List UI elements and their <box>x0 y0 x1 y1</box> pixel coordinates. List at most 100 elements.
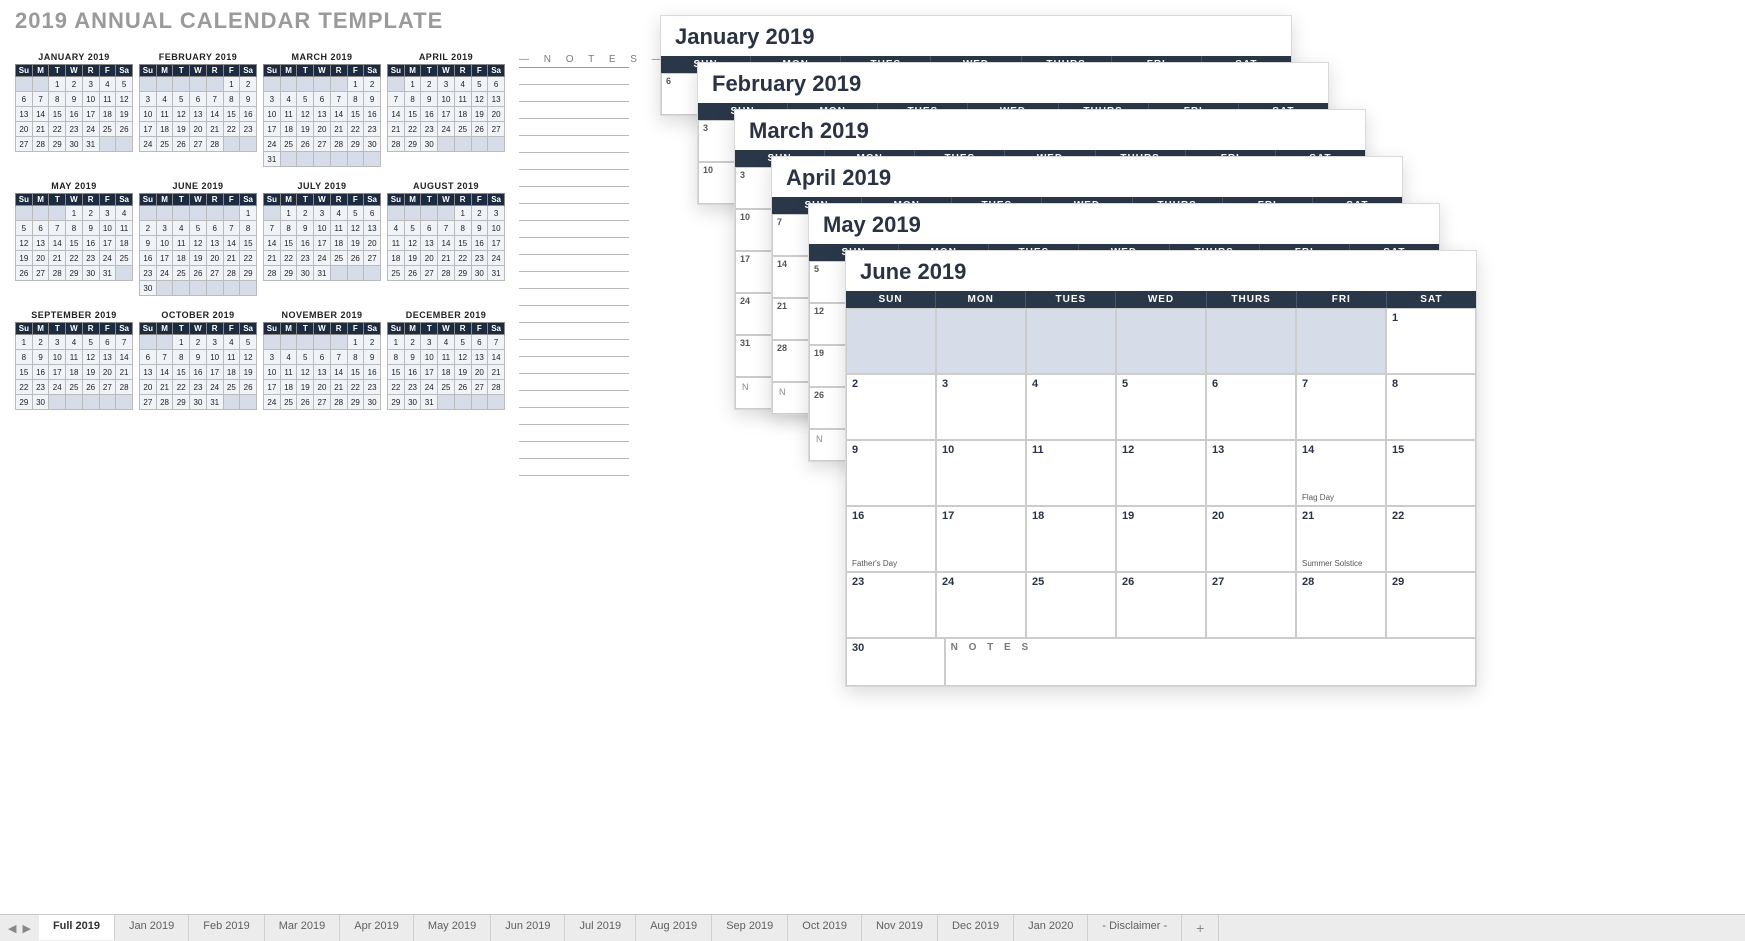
notes-line[interactable] <box>519 119 629 136</box>
sheet-tab[interactable]: Feb 2019 <box>189 915 264 941</box>
calendar-cell[interactable] <box>936 308 1026 374</box>
sheet-tab[interactable]: Apr 2019 <box>340 915 414 941</box>
calendar-cell[interactable]: 9 <box>846 440 936 506</box>
notes-line[interactable] <box>519 306 629 323</box>
add-sheet-tab[interactable]: + <box>1182 915 1219 941</box>
calendar-cell[interactable]: 12 <box>1116 440 1206 506</box>
sheet-tab[interactable]: May 2019 <box>414 915 491 941</box>
calendar-cell[interactable]: 14Flag Day <box>1296 440 1386 506</box>
notes-line[interactable] <box>519 102 629 119</box>
mini-month-title: SEPTEMBER 2019 <box>15 310 133 320</box>
sheet-tab[interactable]: Nov 2019 <box>862 915 938 941</box>
sheet-tab[interactable]: Full 2019 <box>39 914 115 940</box>
card-title: January 2019 <box>661 16 1291 56</box>
mini-month: MAY 2019SuMTWRFSa12345678910111213141516… <box>15 181 133 296</box>
calendar-cell[interactable]: 6 <box>1206 374 1296 440</box>
sheet-tab[interactable]: Dec 2019 <box>938 915 1014 941</box>
calendar-cell[interactable]: 3 <box>936 374 1026 440</box>
calendar-day-number: 30 <box>852 642 939 654</box>
calendar-cell[interactable]: 4 <box>1026 374 1116 440</box>
notes-line[interactable] <box>519 442 629 459</box>
tab-nav-prev-icon[interactable]: ◀ <box>6 922 18 935</box>
dow-cell: SAT <box>1387 291 1476 308</box>
notes-line[interactable] <box>519 136 629 153</box>
calendar-cell[interactable]: 10 <box>936 440 1026 506</box>
calendar-cell[interactable]: 25 <box>1026 572 1116 638</box>
calendar-cell[interactable]: 18 <box>1026 506 1116 572</box>
notes-line[interactable] <box>519 238 629 255</box>
calendar-day-number: 1 <box>1392 312 1470 324</box>
sheet-tab[interactable]: Sep 2019 <box>712 915 788 941</box>
calendar-day-number: 7 <box>1302 378 1380 390</box>
calendar-cell[interactable]: 22 <box>1386 506 1476 572</box>
calendar-cell[interactable]: 23 <box>846 572 936 638</box>
calendar-cell[interactable] <box>1206 308 1296 374</box>
calendar-cell[interactable] <box>1116 308 1206 374</box>
calendar-cell[interactable]: 8 <box>1386 374 1476 440</box>
calendar-cell[interactable]: 19 <box>1116 506 1206 572</box>
calendar-cell[interactable]: 26 <box>1116 572 1206 638</box>
calendar-day-number: 28 <box>1302 576 1380 588</box>
calendar-cell[interactable]: 20 <box>1206 506 1296 572</box>
notes-line[interactable] <box>519 204 629 221</box>
notes-line[interactable] <box>519 374 629 391</box>
calendar-cell[interactable]: 30 <box>846 638 945 686</box>
calendar-cell[interactable]: 1 <box>1386 308 1476 374</box>
notes-line[interactable] <box>519 68 629 85</box>
calendar-cell[interactable] <box>846 308 936 374</box>
notes-line[interactable] <box>519 340 629 357</box>
mini-month: DECEMBER 2019SuMTWRFSa123456789101112131… <box>387 310 505 410</box>
dow-cell: THURS <box>1207 291 1297 308</box>
dow-cell: WED <box>1116 291 1206 308</box>
calendar-cell[interactable]: 13 <box>1206 440 1296 506</box>
calendar-cell[interactable] <box>1026 308 1116 374</box>
calendar-day-number: 12 <box>1122 444 1200 456</box>
notes-line[interactable] <box>519 323 629 340</box>
notes-line[interactable] <box>519 357 629 374</box>
sheet-tab[interactable]: Oct 2019 <box>788 915 862 941</box>
calendar-day-number: 9 <box>852 444 930 456</box>
sheet-tab[interactable]: Mar 2019 <box>265 915 340 941</box>
sheet-tab[interactable]: Jan 2020 <box>1014 915 1088 941</box>
notes-line[interactable] <box>519 272 629 289</box>
calendar-cell[interactable]: 27 <box>1206 572 1296 638</box>
calendar-cell[interactable]: 2 <box>846 374 936 440</box>
notes-line[interactable] <box>519 153 629 170</box>
calendar-cell[interactable]: 7 <box>1296 374 1386 440</box>
calendar-cell[interactable]: 17 <box>936 506 1026 572</box>
calendar-cell[interactable] <box>1296 308 1386 374</box>
calendar-day-number: 25 <box>1032 576 1110 588</box>
mini-month: JUNE 2019SuMTWRFSa1234567891011121314151… <box>139 181 257 296</box>
notes-line[interactable] <box>519 391 629 408</box>
calendar-cell[interactable]: 11 <box>1026 440 1116 506</box>
calendar-cell[interactable]: 5 <box>1116 374 1206 440</box>
notes-line[interactable] <box>519 408 629 425</box>
calendar-cell[interactable]: 15 <box>1386 440 1476 506</box>
calendar-day-number: 23 <box>852 576 930 588</box>
notes-line[interactable] <box>519 289 629 306</box>
calendar-cell[interactable]: 21Summer Solstice <box>1296 506 1386 572</box>
notes-line[interactable] <box>519 221 629 238</box>
notes-cell[interactable]: N O T E S <box>945 638 1476 686</box>
notes-line[interactable] <box>519 255 629 272</box>
notes-line[interactable] <box>519 459 629 476</box>
sheet-tab[interactable]: Jan 2019 <box>115 915 189 941</box>
notes-line[interactable] <box>519 170 629 187</box>
calendar-cell[interactable]: 28 <box>1296 572 1386 638</box>
card-title: February 2019 <box>698 63 1328 103</box>
mini-month-title: JULY 2019 <box>263 181 381 191</box>
sheet-tab[interactable]: Jun 2019 <box>491 915 565 941</box>
calendar-day-number: 13 <box>1212 444 1290 456</box>
sheet-tab[interactable]: Aug 2019 <box>636 915 712 941</box>
calendar-cell[interactable]: 16Father's Day <box>846 506 936 572</box>
annual-calendar-grid: JANUARY 2019SuMTWRFSa1234567891011121314… <box>15 48 615 420</box>
sheet-tab[interactable]: - Disclaimer - <box>1088 915 1182 941</box>
calendar-cell[interactable]: 24 <box>936 572 1026 638</box>
notes-line[interactable] <box>519 425 629 442</box>
tab-nav-next-icon[interactable]: ▶ <box>20 922 32 935</box>
card-title: March 2019 <box>735 110 1365 150</box>
notes-line[interactable] <box>519 85 629 102</box>
sheet-tab[interactable]: Jul 2019 <box>565 915 636 941</box>
notes-line[interactable] <box>519 187 629 204</box>
calendar-cell[interactable]: 29 <box>1386 572 1476 638</box>
